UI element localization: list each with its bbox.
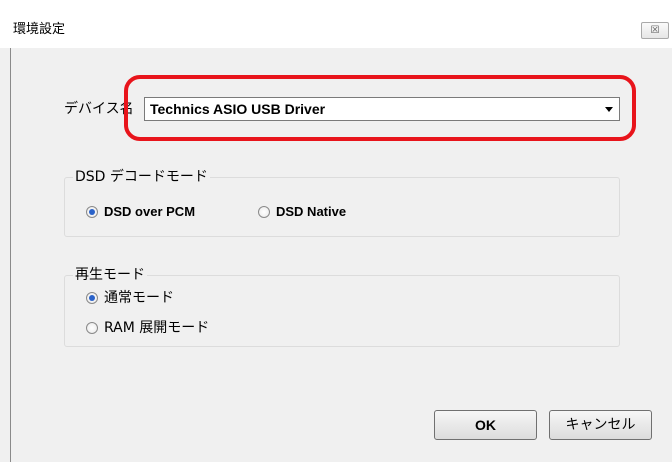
close-button[interactable]: ☒ [641,22,669,39]
cancel-button[interactable]: キャンセル [549,410,652,440]
device-name-label: デバイス名 [64,101,134,117]
radio-ram-mode-label: RAM 展開モード [104,320,210,336]
radio-selected-icon[interactable] [86,206,98,218]
radio-normal-mode[interactable]: 通常モード [86,289,174,307]
title-bar: 環境設定 ☒ [0,0,672,48]
device-select-value: Technics ASIO USB Driver [150,101,326,117]
radio-normal-mode-label: 通常モード [104,290,174,306]
playback-mode-legend: 再生モード [73,266,147,284]
radio-dsd-over-pcm[interactable]: DSD over PCM [86,203,195,221]
radio-dsd-native-label: DSD Native [276,204,347,219]
window-title: 環境設定 [13,22,66,37]
settings-dialog: 環境設定 ☒ デバイス名 Technics ASIO USB Driver DS… [0,0,672,462]
radio-selected-icon[interactable] [86,292,98,304]
radio-ram-mode[interactable]: RAM 展開モード [86,319,209,337]
device-select[interactable]: Technics ASIO USB Driver [144,97,620,121]
radio-unselected-icon[interactable] [86,322,98,334]
radio-dsd-over-pcm-label: DSD over PCM [104,204,196,219]
dsd-decode-mode-legend: DSD デコードモード [73,168,210,186]
radio-unselected-icon[interactable] [258,206,270,218]
close-icon: ☒ [650,25,660,36]
radio-dsd-native[interactable]: DSD Native [258,203,346,221]
ok-button[interactable]: OK [434,410,537,440]
chevron-down-icon[interactable] [605,107,613,112]
